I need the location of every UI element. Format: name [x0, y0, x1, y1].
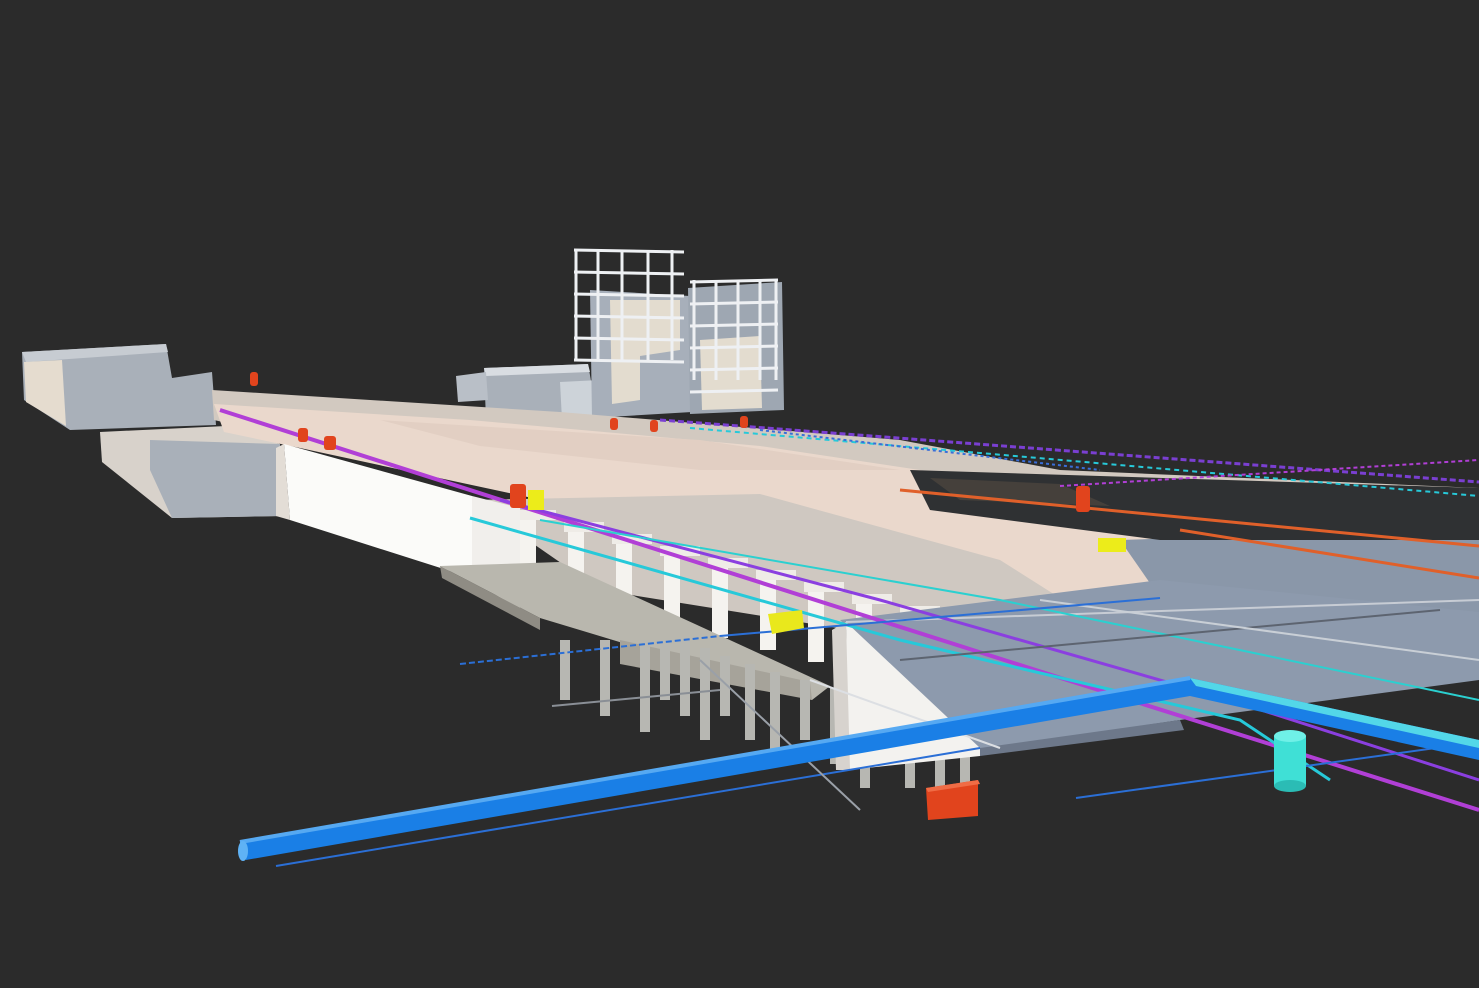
yellow-marker	[528, 490, 544, 510]
pile	[680, 640, 690, 716]
orange-marker	[740, 416, 748, 428]
under-construction-tower-frames	[573, 248, 784, 418]
yellow-marker	[768, 610, 804, 634]
red-valve-box	[926, 780, 980, 820]
pile	[560, 640, 570, 700]
pile	[640, 640, 650, 732]
pile	[660, 640, 670, 700]
orange-marker	[510, 484, 526, 508]
orange-marker	[298, 428, 308, 442]
pile	[800, 680, 810, 740]
orange-marker	[324, 436, 336, 450]
cyan-manhole-cylinder	[1274, 730, 1306, 792]
pile	[745, 664, 755, 740]
orange-marker	[250, 372, 258, 386]
pile	[600, 640, 610, 716]
column	[712, 568, 728, 638]
beam	[804, 582, 844, 592]
orange-marker	[1076, 486, 1090, 512]
yellow-marker	[1098, 538, 1126, 552]
orange-marker	[650, 420, 658, 432]
orange-marker	[610, 418, 618, 430]
bim-scene	[22, 248, 1479, 867]
model-viewport[interactable]	[0, 0, 1479, 988]
